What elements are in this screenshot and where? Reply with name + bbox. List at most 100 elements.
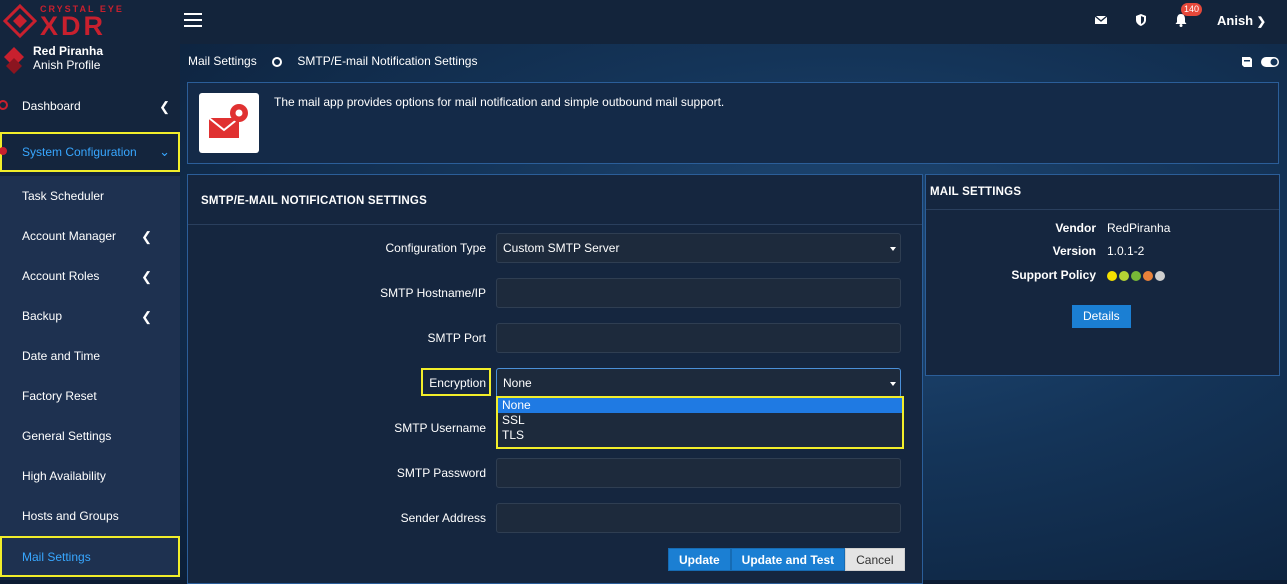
- app-description: The mail app provides options for mail n…: [274, 95, 725, 109]
- brand-logo[interactable]: CRYSTAL EYE XDR: [0, 0, 180, 44]
- support-policy-label: Support Policy: [1011, 268, 1096, 282]
- sidebar-item-task-scheduler[interactable]: Task Scheduler: [0, 176, 180, 216]
- menu-toggle-icon[interactable]: [184, 13, 202, 27]
- sidebar-item-label: Dashboard: [22, 99, 81, 113]
- notification-badge: 140: [1181, 3, 1203, 16]
- smtp-password-input[interactable]: [496, 458, 901, 488]
- smtp-password-label: SMTP Password: [396, 466, 486, 480]
- sidebar: CRYSTAL EYE XDR Red Piranha Anish Profil…: [0, 0, 180, 580]
- book-icon[interactable]: [1240, 56, 1254, 68]
- support-dot: [1155, 270, 1165, 281]
- encryption-value: None: [503, 376, 532, 390]
- update-and-test-button[interactable]: Update and Test: [730, 548, 846, 571]
- support-policy-dots: [1107, 268, 1167, 282]
- brand-product: XDR: [40, 11, 107, 41]
- mail-settings-panel: MAIL SETTINGS Vendor RedPiranha Version …: [925, 174, 1280, 376]
- breadcrumb-separator-icon: [272, 56, 283, 67]
- sidebar-item-backup[interactable]: Backup ❮: [0, 296, 180, 336]
- version-value: 1.0.1-2: [1107, 244, 1145, 258]
- support-dot: [1107, 270, 1117, 281]
- breadcrumb: Mail Settings SMTP/E-mail Notification S…: [188, 54, 477, 68]
- mail-icon[interactable]: [1094, 13, 1108, 27]
- app-info-box: The mail app provides options for mail n…: [187, 82, 1279, 164]
- sidebar-item-label: General Settings: [22, 429, 112, 443]
- encryption-option-ssl[interactable]: SSL: [498, 413, 902, 428]
- smtp-port-input[interactable]: [496, 323, 901, 353]
- encryption-label: Encryption: [429, 376, 486, 390]
- sidebar-item-label: High Availability: [22, 469, 106, 483]
- sidebar-item-label: System Configuration: [22, 145, 137, 159]
- sidebar-item-system-configuration[interactable]: System Configuration ⌄: [0, 132, 180, 172]
- shield-icon[interactable]: [1134, 13, 1148, 27]
- profile-logo-icon: [4, 47, 24, 74]
- vendor-value: RedPiranha: [1107, 221, 1171, 235]
- toggle-icon[interactable]: [1261, 56, 1279, 67]
- config-type-value: Custom SMTP Server: [503, 241, 620, 255]
- update-button[interactable]: Update: [668, 548, 731, 571]
- sidebar-item-factory-reset[interactable]: Factory Reset: [0, 376, 180, 416]
- brand-logo-icon: [3, 4, 37, 39]
- chevron-down-icon: ❯: [1256, 16, 1266, 28]
- caret-down-icon: [890, 382, 896, 386]
- breadcrumb-parent[interactable]: Mail Settings: [188, 54, 257, 68]
- sidebar-item-label: Task Scheduler: [22, 189, 105, 203]
- version-label: Version: [1052, 244, 1096, 258]
- smtp-username-label: SMTP Username: [394, 421, 486, 435]
- form-actions: Update Update and Test Cancel: [668, 548, 905, 571]
- sidebar-item-account-roles[interactable]: Account Roles ❮: [0, 256, 180, 296]
- details-button[interactable]: Details: [1072, 305, 1131, 328]
- support-dot: [1143, 270, 1153, 281]
- profile-user: Anish Profile: [33, 58, 101, 72]
- breadcrumb-current: SMTP/E-mail Notification Settings: [297, 54, 478, 68]
- user-menu[interactable]: Anish ❯: [1217, 13, 1266, 28]
- encryption-option-none[interactable]: None: [498, 398, 902, 413]
- sidebar-item-label: Account Manager: [22, 229, 117, 243]
- profile-org: Red Piranha: [33, 44, 104, 58]
- sender-address-input[interactable]: [496, 503, 901, 533]
- chevron-down-icon: ⌄: [159, 144, 170, 159]
- encryption-option-tls[interactable]: TLS: [498, 428, 902, 443]
- smtp-panel-title: SMTP/E-MAIL NOTIFICATION SETTINGS: [188, 175, 922, 225]
- top-header: 140 Anish ❯: [180, 0, 1287, 44]
- smtp-port-label: SMTP Port: [427, 331, 486, 345]
- cancel-button[interactable]: Cancel: [845, 548, 905, 571]
- sidebar-item-account-manager[interactable]: Account Manager ❮: [0, 216, 180, 256]
- config-type-select[interactable]: Custom SMTP Server: [496, 233, 901, 263]
- profile-block[interactable]: Red Piranha Anish Profile: [0, 44, 180, 82]
- sidebar-item-dashboard[interactable]: Dashboard ❮: [0, 86, 180, 126]
- chevron-left-icon: ❮: [141, 229, 152, 244]
- vendor-label: Vendor: [1055, 221, 1096, 235]
- main-content: Mail Settings SMTP/E-mail Notification S…: [180, 44, 1287, 584]
- divider: [926, 209, 1279, 210]
- encryption-dropdown-list: None SSL TLS: [496, 396, 904, 449]
- chevron-left-icon: ❮: [159, 99, 170, 114]
- sidebar-item-hosts-and-groups[interactable]: Hosts and Groups: [0, 496, 180, 536]
- page-tools: [1240, 54, 1279, 68]
- support-dot: [1131, 270, 1141, 281]
- sender-address-label: Sender Address: [400, 511, 486, 525]
- sidebar-item-mail-settings[interactable]: Mail Settings: [0, 536, 180, 577]
- mail-settings-icon: [208, 104, 248, 138]
- caret-down-icon: [890, 247, 896, 251]
- sidebar-item-high-availability[interactable]: High Availability: [0, 456, 180, 496]
- gear-icon: [0, 147, 7, 155]
- encryption-select[interactable]: None: [496, 368, 901, 398]
- sidebar-item-label: Factory Reset: [22, 389, 97, 403]
- smtp-hostname-label: SMTP Hostname/IP: [380, 286, 486, 300]
- chevron-left-icon: ❮: [141, 309, 152, 324]
- smtp-hostname-input[interactable]: [496, 278, 901, 308]
- chevron-left-icon: ❮: [141, 269, 152, 284]
- sidebar-item-general-settings[interactable]: General Settings: [0, 416, 180, 456]
- mail-panel-title: MAIL SETTINGS: [930, 186, 1022, 198]
- config-type-label: Configuration Type: [385, 241, 486, 255]
- sidebar-item-label: Hosts and Groups: [22, 509, 119, 523]
- sidebar-item-label: Account Roles: [22, 269, 100, 283]
- sidebar-item-date-and-time[interactable]: Date and Time: [0, 336, 180, 376]
- sidebar-item-label: Mail Settings: [22, 549, 91, 564]
- support-dot: [1119, 270, 1129, 281]
- sidebar-item-label: Backup: [22, 309, 63, 323]
- dashboard-icon: [0, 100, 8, 110]
- sidebar-item-label: Date and Time: [22, 349, 101, 363]
- user-name: Anish: [1217, 13, 1254, 28]
- smtp-settings-panel: SMTP/E-MAIL NOTIFICATION SETTINGS Config…: [187, 174, 923, 584]
